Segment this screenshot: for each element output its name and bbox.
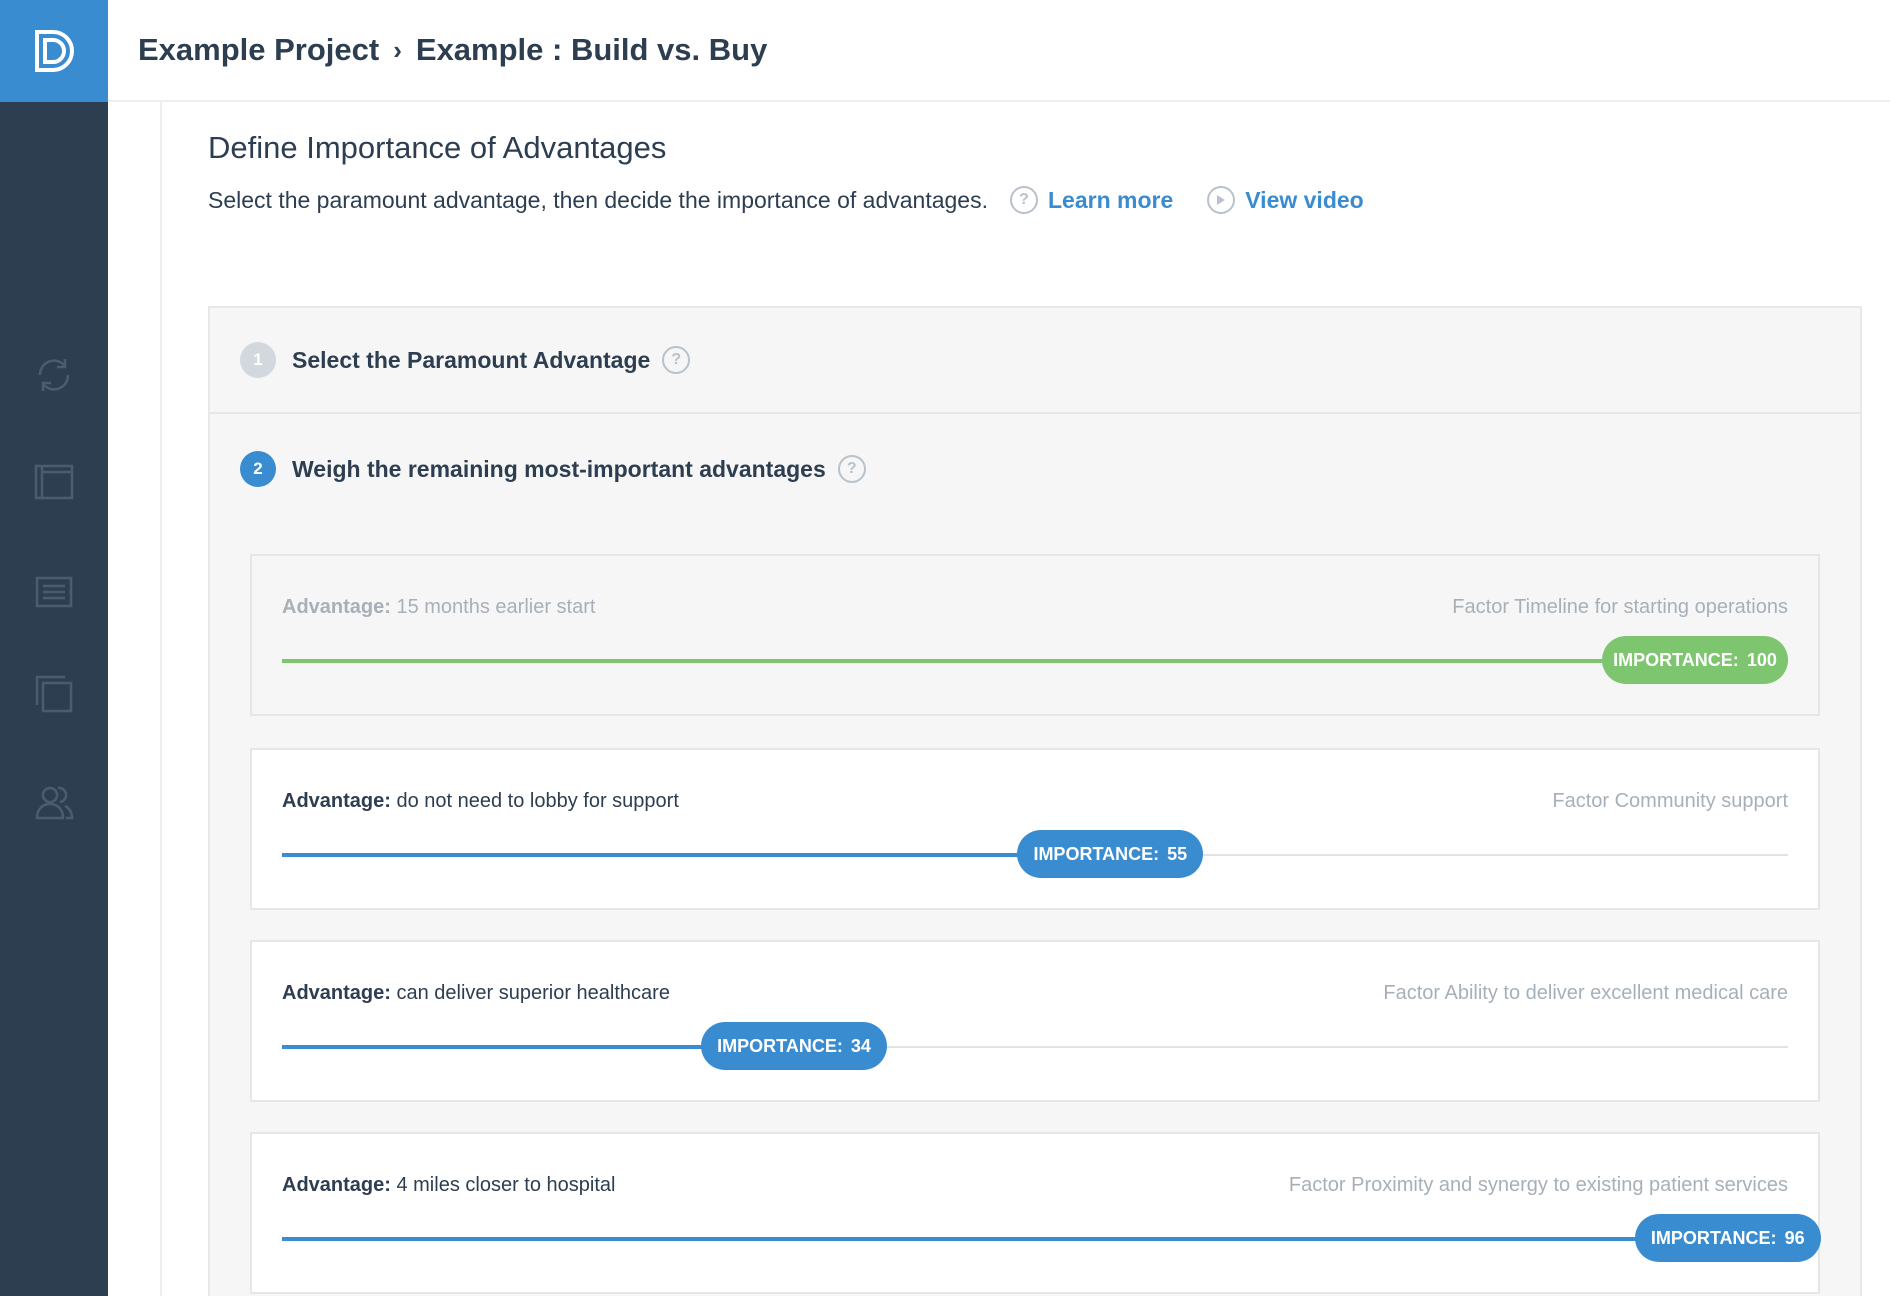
sidebar-item-list[interactable] bbox=[30, 570, 78, 614]
main-content: Define Importance of Advantages Select t… bbox=[108, 102, 1890, 1296]
importance-slider-handle[interactable]: IMPORTANCE: 34 bbox=[701, 1022, 888, 1070]
sidebar-item-copy[interactable] bbox=[30, 672, 78, 716]
play-circle-icon bbox=[1207, 186, 1236, 214]
advantage-text: 15 months earlier start bbox=[396, 596, 596, 618]
importance-value: 34 bbox=[850, 1035, 871, 1056]
d-logo-icon bbox=[35, 30, 74, 72]
copy-icon bbox=[35, 675, 73, 713]
importance-slider-track[interactable]: IMPORTANCE: 55 bbox=[282, 830, 1788, 878]
importance-value: 100 bbox=[1746, 649, 1777, 670]
breadcrumb-current-page: Example : Build vs. Buy bbox=[415, 32, 768, 67]
advantage-prefix: Advantage: bbox=[282, 790, 391, 812]
step-title-2: Weigh the remaining most-important advan… bbox=[292, 455, 826, 482]
advantage-label: Advantage: do not need to lobby for supp… bbox=[282, 790, 679, 813]
question-circle-icon[interactable]: ? bbox=[837, 455, 866, 483]
content-divider bbox=[160, 102, 162, 1296]
users-icon bbox=[35, 786, 74, 820]
step-number-1: 1 bbox=[240, 342, 276, 378]
sidebar-item-sync[interactable] bbox=[30, 353, 78, 397]
list-icon bbox=[35, 576, 73, 608]
breadcrumb: Example Project › Example : Build vs. Bu… bbox=[138, 32, 767, 68]
advantage-label: Advantage: can deliver superior healthca… bbox=[282, 982, 670, 1005]
breadcrumb-separator: › bbox=[393, 34, 402, 65]
learn-more-label: Learn more bbox=[1047, 186, 1174, 213]
advantage-factor: Factor Proximity and synergy to existing… bbox=[1288, 1174, 1788, 1196]
step-select-paramount[interactable]: 1 Select the Paramount Advantage ? bbox=[210, 308, 1860, 414]
view-video-label: View video bbox=[1245, 186, 1364, 213]
advantage-factor: Factor Timeline for starting operations bbox=[1452, 596, 1788, 618]
folder-icon bbox=[34, 464, 74, 500]
importance-value: 96 bbox=[1784, 1227, 1805, 1248]
page-subtitle: Select the paramount advantage, then dec… bbox=[208, 186, 988, 213]
sync-icon bbox=[38, 359, 70, 391]
advantage-card-paramount: Advantage: 15 months earlier start Facto… bbox=[250, 554, 1820, 716]
importance-slider-handle[interactable]: IMPORTANCE: 55 bbox=[1017, 830, 1204, 878]
step-title-1: Select the Paramount Advantage bbox=[292, 346, 651, 373]
importance-slider-handle[interactable]: IMPORTANCE: 100 bbox=[1602, 636, 1788, 684]
question-circle-icon[interactable]: ? bbox=[662, 346, 691, 374]
importance-slider-handle[interactable]: IMPORTANCE: 96 bbox=[1634, 1214, 1821, 1262]
advantage-text: 4 miles closer to hospital bbox=[396, 1174, 616, 1196]
app-logo[interactable] bbox=[0, 0, 108, 102]
advantage-prefix: Advantage: bbox=[282, 596, 391, 618]
advantage-prefix: Advantage: bbox=[282, 1174, 391, 1196]
importance-label: IMPORTANCE: bbox=[717, 1035, 843, 1056]
sidebar bbox=[0, 0, 108, 1296]
advantage-card: Advantage: 4 miles closer to hospital Fa… bbox=[250, 1132, 1821, 1294]
steps-panel: 1 Select the Paramount Advantage ? 2 Wei… bbox=[208, 306, 1862, 1296]
advantage-label: Advantage: 15 months earlier start bbox=[282, 596, 595, 619]
advantage-factor: Factor Community support bbox=[1552, 790, 1788, 812]
step-weigh-advantages: 2 Weigh the remaining most-important adv… bbox=[210, 416, 1860, 522]
sidebar-item-users[interactable] bbox=[30, 780, 78, 824]
advantage-text: can deliver superior healthcare bbox=[396, 982, 670, 1004]
importance-value: 55 bbox=[1167, 843, 1188, 864]
learn-more-link[interactable]: ? Learn more bbox=[1009, 186, 1174, 214]
page-subtitle-row: Select the paramount advantage, then dec… bbox=[208, 182, 1364, 218]
importance-slider-fill bbox=[282, 1237, 1728, 1241]
view-video-link[interactable]: View video bbox=[1207, 186, 1364, 214]
advantage-text: do not need to lobby for support bbox=[396, 790, 679, 812]
page-title: Define Importance of Advantages bbox=[208, 130, 667, 165]
importance-label: IMPORTANCE: bbox=[1033, 843, 1160, 864]
step-number-2: 2 bbox=[240, 451, 276, 487]
sidebar-item-projects[interactable] bbox=[30, 460, 78, 504]
importance-slider-fill bbox=[282, 853, 1111, 857]
importance-slider-fill bbox=[282, 659, 1788, 663]
breadcrumb-project-link[interactable]: Example Project bbox=[138, 32, 379, 68]
importance-slider-track[interactable]: IMPORTANCE: 100 bbox=[282, 636, 1788, 684]
importance-label: IMPORTANCE: bbox=[1613, 649, 1739, 670]
question-circle-icon: ? bbox=[1009, 186, 1038, 214]
advantage-factor: Factor Ability to deliver excellent medi… bbox=[1383, 982, 1788, 1004]
advantage-card: Advantage: can deliver superior healthca… bbox=[250, 940, 1820, 1102]
advantage-prefix: Advantage: bbox=[282, 982, 391, 1004]
advantage-card: Advantage: do not need to lobby for supp… bbox=[250, 748, 1820, 910]
importance-slider-track[interactable]: IMPORTANCE: 34 bbox=[282, 1022, 1788, 1070]
importance-label: IMPORTANCE: bbox=[1650, 1227, 1777, 1248]
advantage-label: Advantage: 4 miles closer to hospital bbox=[282, 1174, 615, 1197]
importance-slider-track[interactable]: IMPORTANCE: 96 bbox=[282, 1214, 1821, 1262]
top-header: Example Project › Example : Build vs. Bu… bbox=[108, 0, 1890, 102]
